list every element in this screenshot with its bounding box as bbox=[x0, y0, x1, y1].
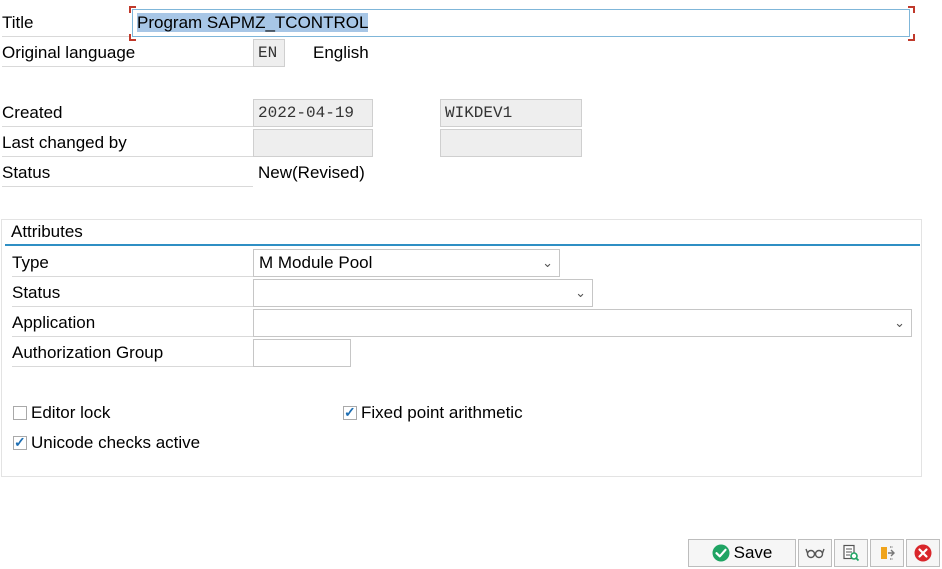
auth-group-input[interactable] bbox=[253, 339, 351, 367]
document-search-icon bbox=[843, 544, 860, 562]
display-button[interactable] bbox=[798, 539, 832, 567]
unicode-checks-label: Unicode checks active bbox=[31, 433, 201, 452]
chevron-down-icon: ⌄ bbox=[894, 315, 905, 330]
cancel-button[interactable] bbox=[906, 539, 940, 567]
editor-lock-checkbox[interactable] bbox=[13, 406, 27, 420]
title-input[interactable]: Program SAPMZ_TCONTROL bbox=[132, 9, 910, 37]
transport-button[interactable] bbox=[870, 539, 904, 567]
type-label: Type bbox=[12, 249, 253, 277]
status-label: Status bbox=[2, 159, 253, 187]
created-date-field: 2022-04-19 bbox=[253, 99, 373, 127]
save-button-label: Save bbox=[733, 543, 773, 562]
original-language-code: EN bbox=[253, 39, 285, 67]
focus-corner-tr bbox=[908, 6, 915, 13]
save-button[interactable]: Save bbox=[688, 539, 796, 567]
original-language-label: Original language bbox=[2, 39, 253, 67]
last-changed-date-field bbox=[253, 129, 373, 157]
status-value: New(Revised) bbox=[258, 163, 365, 182]
focus-corner-br bbox=[908, 34, 915, 41]
type-select-value: M Module Pool bbox=[259, 253, 373, 272]
attributes-group-divider bbox=[5, 244, 920, 246]
checkmark-icon: ✓ bbox=[344, 404, 356, 420]
unicode-checks-checkbox[interactable]: ✓ bbox=[13, 434, 27, 450]
attributes-group-title: Attributes bbox=[11, 222, 83, 241]
created-label: Created bbox=[2, 99, 253, 127]
fixed-point-checkbox[interactable]: ✓ bbox=[343, 404, 357, 420]
attr-status-label: Status bbox=[12, 279, 253, 307]
glasses-icon bbox=[805, 548, 825, 559]
auth-group-label: Authorization Group bbox=[12, 339, 253, 367]
where-used-button[interactable] bbox=[834, 539, 868, 567]
type-select[interactable]: M Module Pool ⌄ bbox=[253, 249, 560, 277]
editor-lock-label: Editor lock bbox=[31, 403, 111, 422]
original-language-name: English bbox=[313, 43, 369, 62]
application-label: Application bbox=[12, 309, 253, 337]
cancel-icon bbox=[914, 544, 932, 562]
created-by-field: WIKDEV1 bbox=[440, 99, 582, 127]
fixed-point-label: Fixed point arithmetic bbox=[361, 403, 523, 422]
last-changed-user-field bbox=[440, 129, 582, 157]
last-changed-label: Last changed by bbox=[2, 129, 253, 157]
title-input-value: Program SAPMZ_TCONTROL bbox=[137, 13, 369, 32]
chevron-down-icon: ⌄ bbox=[542, 255, 553, 270]
status-select[interactable]: ⌄ bbox=[253, 279, 593, 307]
application-select[interactable]: ⌄ bbox=[253, 309, 912, 337]
transport-icon bbox=[881, 546, 895, 560]
focus-corner-tl bbox=[129, 6, 136, 13]
checkmark-icon: ✓ bbox=[14, 434, 26, 450]
chevron-down-icon: ⌄ bbox=[575, 285, 586, 300]
save-icon bbox=[712, 544, 730, 562]
title-label: Title bbox=[2, 9, 130, 37]
